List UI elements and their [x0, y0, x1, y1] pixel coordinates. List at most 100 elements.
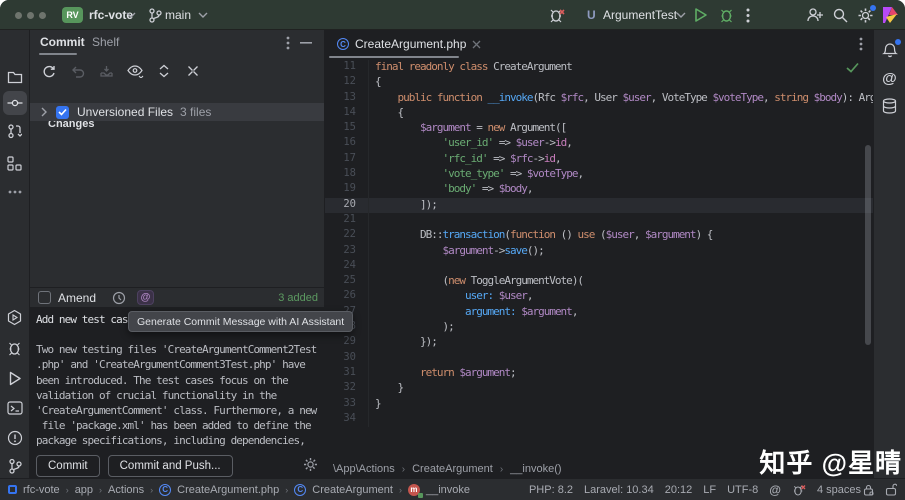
- debug-button[interactable]: [718, 7, 735, 24]
- settings-button[interactable]: [857, 5, 876, 24]
- close-tab-icon[interactable]: [472, 40, 481, 49]
- more-actions-button[interactable]: [746, 8, 750, 23]
- line-number[interactable]: 33: [325, 396, 369, 412]
- database-toolwindow-button[interactable]: [878, 94, 902, 118]
- line-number[interactable]: 32: [325, 381, 369, 397]
- branch-selector[interactable]: main: [165, 8, 191, 22]
- code-line-11[interactable]: 11 final readonly class CreateArgument: [325, 60, 873, 76]
- code-line-21[interactable]: 21: [325, 212, 873, 229]
- chevron-right-icon[interactable]: [40, 107, 48, 117]
- line-number[interactable]: 18: [325, 167, 369, 183]
- problems-toolwindow-button[interactable]: [3, 426, 27, 450]
- run-configuration-selector[interactable]: ArgumentTest: [603, 8, 677, 22]
- line-number[interactable]: 26: [325, 289, 369, 305]
- code-line-12[interactable]: 12 {: [325, 75, 873, 91]
- line-number[interactable]: 21: [325, 212, 369, 229]
- code-line-13[interactable]: 13 public function __invoke(Rfc $rfc, Us…: [325, 90, 873, 106]
- shelve-button[interactable]: [96, 61, 116, 81]
- unlock-icon[interactable]: [885, 483, 897, 496]
- status-crumb-createargument[interactable]: CreateArgument: [312, 484, 393, 496]
- status-crumb--invoke[interactable]: __invoke: [426, 484, 470, 496]
- ai-assistant-toolwindow-button[interactable]: @: [878, 66, 902, 90]
- line-number[interactable]: 14: [325, 105, 369, 122]
- terminal-toolwindow-button[interactable]: [3, 396, 27, 420]
- laravel-version-widget[interactable]: Laravel: 10.34: [584, 484, 654, 496]
- commit-toolwindow-button[interactable]: [2, 91, 27, 115]
- debugger-off-icon[interactable]: [792, 483, 806, 497]
- line-separator-widget[interactable]: LF: [703, 484, 716, 496]
- line-number[interactable]: 12: [325, 75, 369, 91]
- editor-tab-options-button[interactable]: [859, 37, 863, 51]
- breadcrumb-class[interactable]: CreateArgument: [412, 463, 493, 475]
- code-line-31[interactable]: 31 return $argument;: [325, 365, 873, 382]
- code-line-27[interactable]: 27 argument: $argument,: [325, 304, 873, 321]
- code-line-23[interactable]: 23 $argument->save();: [325, 243, 873, 259]
- line-number[interactable]: 20: [325, 197, 369, 213]
- line-number[interactable]: 23: [325, 243, 369, 259]
- encoding-widget[interactable]: UTF-8: [727, 484, 758, 496]
- tab-shelf[interactable]: Shelf: [92, 35, 119, 49]
- caret-position-widget[interactable]: 20:12: [665, 484, 693, 496]
- line-number[interactable]: 16: [325, 136, 369, 152]
- line-number[interactable]: 29: [325, 335, 369, 351]
- line-number[interactable]: 25: [325, 274, 369, 290]
- code-line-20[interactable]: 20 ]);: [325, 197, 873, 213]
- profiler-bug-off-icon[interactable]: [549, 7, 566, 24]
- run-button[interactable]: [693, 7, 708, 23]
- view-options-button[interactable]: [125, 61, 145, 81]
- notifications-button[interactable]: [878, 38, 902, 62]
- code-line-30[interactable]: 30: [325, 350, 873, 366]
- panel-options-button[interactable]: [286, 36, 290, 50]
- code-line-16[interactable]: 16 'user_id' => $user->id,: [325, 136, 873, 152]
- more-toolwindows-button[interactable]: [3, 180, 27, 204]
- code-with-me-button[interactable]: [806, 7, 824, 23]
- rollback-button[interactable]: [67, 61, 87, 81]
- ai-assistant-commit-button[interactable]: @: [137, 290, 155, 305]
- ai-status-icon[interactable]: @: [769, 483, 781, 497]
- code-editor[interactable]: 11 final readonly class CreateArgument 12 {…: [325, 58, 873, 460]
- code-line-19[interactable]: 19 'body' => $body,: [325, 182, 873, 198]
- line-number[interactable]: 15: [325, 121, 369, 137]
- line-number[interactable]: 24: [325, 258, 369, 275]
- pull-requests-toolwindow-button[interactable]: [3, 119, 27, 143]
- code-line-25[interactable]: 25 (new ToggleArgumentVote)(: [325, 274, 873, 290]
- unversioned-files-row[interactable]: Unversioned Files 3 files: [30, 103, 324, 121]
- window-close-button[interactable]: [15, 12, 22, 19]
- status-crumb-actions[interactable]: Actions: [108, 484, 144, 496]
- amend-checkbox[interactable]: [38, 291, 51, 304]
- debug-toolwindow-button[interactable]: [3, 336, 27, 360]
- code-line-18[interactable]: 18 'vote_type' => $voteType,: [325, 167, 873, 183]
- status-crumb-rfc-vote[interactable]: rfc-vote: [23, 484, 60, 496]
- commit-button[interactable]: Commit: [36, 455, 100, 477]
- collapse-all-button[interactable]: [183, 61, 203, 81]
- commit-options-gear-icon[interactable]: [303, 457, 318, 472]
- code-line-28[interactable]: 28 );: [325, 320, 873, 336]
- line-number[interactable]: 17: [325, 151, 369, 168]
- editor-scrollbar[interactable]: [865, 145, 871, 345]
- project-toolwindow-button[interactable]: [3, 65, 27, 89]
- code-line-34[interactable]: 34: [325, 411, 873, 428]
- editor-tab-createargument[interactable]: C CreateArgument.php: [329, 30, 489, 58]
- hide-panel-button[interactable]: [300, 42, 312, 44]
- php-version-widget[interactable]: PHP: 8.2: [529, 484, 573, 496]
- refresh-button[interactable]: [38, 61, 58, 81]
- status-crumb-app[interactable]: app: [75, 484, 93, 496]
- commit-history-icon[interactable]: [112, 291, 126, 305]
- code-line-14[interactable]: 14 {: [325, 105, 873, 122]
- line-number[interactable]: 11: [325, 60, 369, 76]
- line-number[interactable]: 30: [325, 350, 369, 366]
- code-line-29[interactable]: 29 });: [325, 335, 873, 351]
- tab-commit[interactable]: Commit: [40, 35, 85, 49]
- status-crumb-createargument-php[interactable]: CreateArgument.php: [177, 484, 279, 496]
- services-toolwindow-button[interactable]: [3, 305, 27, 329]
- breadcrumb-method[interactable]: __invoke(): [510, 463, 561, 475]
- search-everywhere-button[interactable]: [832, 7, 848, 23]
- code-line-22[interactable]: 22 DB::transaction(function () use ($use…: [325, 228, 873, 244]
- commit-message-editor[interactable]: Add new test case Two new testing files …: [30, 307, 324, 478]
- structure-toolwindow-button[interactable]: [3, 151, 27, 175]
- code-line-33[interactable]: 33}: [325, 396, 873, 412]
- code-line-15[interactable]: 15 $argument = new Argument([: [325, 121, 873, 137]
- breadcrumb-namespace[interactable]: \App\Actions: [333, 463, 395, 475]
- line-number[interactable]: 22: [325, 228, 369, 244]
- commit-and-push-button[interactable]: Commit and Push...: [107, 455, 233, 477]
